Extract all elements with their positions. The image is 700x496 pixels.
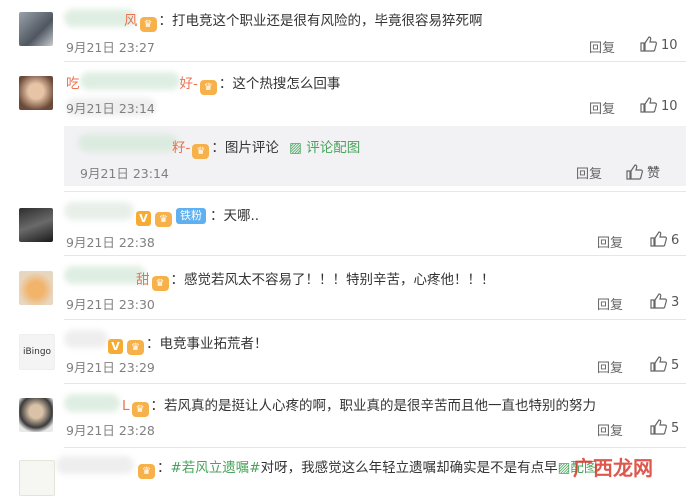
comment-item: 风 ♛ ：打电竞这个职业还是很有风险的，毕竟很容易猝死啊 9月21日 23:27 回… [0, 0, 700, 62]
like-count: 5 [671, 421, 680, 436]
like-label: 赞 [647, 166, 661, 181]
comment-text: 感觉若风太不容易了！！！特别辛苦，心疼他！！！ [184, 272, 495, 288]
username[interactable]: 甜 [136, 272, 150, 288]
like-button[interactable]: 6 [650, 231, 679, 248]
image-icon: ▨ [289, 140, 302, 156]
thumbs-up-icon [640, 97, 657, 113]
reply-button[interactable]: 回复 [597, 294, 623, 313]
crown-badge-icon: ♛ [151, 276, 169, 291]
separator: ： [157, 460, 171, 476]
comment-line: 风 ♛ ：打电竞这个职业还是很有风险的，毕竟很容易猝死啊 [66, 9, 483, 32]
crown-badge-icon: ♛ [138, 464, 155, 479]
username[interactable]: 好- [180, 76, 198, 92]
comment-text: 电竞事业拓荒者！ [159, 336, 268, 352]
sub-reply: 籽- ♛ ：图片评论 ▨ 评论配图 9月21日 23:14 回复 赞 [64, 126, 686, 186]
thumbs-up-icon [650, 293, 667, 309]
comment-time: 9月21日 23:27 [66, 40, 155, 55]
comment-text: 若风真的是挺让人心疼的啊，职业真的是很辛苦而且他一直也特别的努力 [164, 398, 597, 414]
like-button[interactable]: 3 [650, 293, 679, 310]
fan-badge: 铁粉 [176, 208, 206, 224]
comment-time: 9月21日 23:14 [80, 166, 169, 181]
comment-line: V ♛ ：电竞事业拓荒者！ [66, 332, 268, 355]
thumbs-up-icon [650, 231, 667, 247]
image-icon: ▨ [557, 460, 571, 476]
v-badge-icon: V [108, 339, 123, 354]
like-count: 10 [661, 38, 678, 53]
watermark: 广西龙网 [573, 456, 653, 480]
comment-text: 图片评论 [224, 140, 279, 156]
comment-text: 这个热搜怎么回事 [232, 76, 341, 92]
comment-text: 天哪.. [223, 208, 260, 224]
image-link[interactable]: ▨ 评论配图 [289, 140, 360, 156]
crown-badge-icon: ♛ [131, 402, 149, 417]
v-badge-icon: V [136, 211, 151, 226]
separator: ： [211, 140, 225, 156]
thumbs-up-icon [650, 356, 667, 372]
like-button[interactable]: 10 [640, 97, 678, 114]
reply-button[interactable]: 回复 [589, 37, 615, 56]
thumbs-up-icon [650, 419, 667, 435]
crown-badge-icon: ♛ [139, 17, 157, 32]
username[interactable]: 风 [124, 13, 138, 29]
comment-time: 9月21日 23:30 [66, 297, 155, 312]
like-button[interactable]: 5 [650, 356, 679, 373]
avatar-text: iBingo [22, 347, 52, 357]
comment-time: 9月21日 23:14 [66, 101, 155, 116]
avatar[interactable] [19, 76, 53, 110]
reply-button[interactable]: 回复 [576, 163, 602, 182]
avatar[interactable] [19, 12, 53, 46]
comment-item: iBingo V ♛ ：电竞事业拓荒者！ 9月21日 23:29 回复 5 [0, 320, 700, 384]
crown-badge-icon: ♛ [192, 144, 210, 159]
hashtag-link[interactable]: #若风立遗嘱# [171, 460, 261, 476]
separator: ： [210, 208, 224, 224]
comment-line: V ♛ 铁粉 ：天哪.. [66, 204, 259, 227]
comment-line: L ♛ ：若风真的是挺让人心疼的啊，职业真的是很辛苦而且他一直也特别的努力 [66, 394, 596, 417]
like-count: 3 [671, 295, 680, 310]
like-button[interactable]: 5 [650, 419, 679, 436]
crown-badge-icon: ♛ [155, 212, 172, 227]
username[interactable]: 籽- [172, 140, 190, 156]
like-button[interactable]: 赞 [626, 162, 660, 181]
username[interactable]: L [122, 398, 130, 414]
comment-item: ♛ ：#若风立遗嘱#对呀，我感觉这么年轻立遗嘱却确实是不是有点早▨配图 广西龙网 [0, 448, 700, 496]
thumbs-up-icon [626, 164, 643, 180]
reply-button[interactable]: 回复 [589, 98, 615, 117]
avatar[interactable] [19, 460, 55, 496]
reply-button[interactable]: 回复 [597, 420, 623, 439]
avatar[interactable] [19, 208, 53, 242]
separator: ： [218, 76, 233, 92]
comment-text: 对呀，我感觉这么年轻立遗嘱却确实是不是有点早 [260, 460, 558, 476]
comment-item: V ♛ 铁粉 ：天哪.. 9月21日 22:38 回复 6 [0, 192, 700, 256]
reply-button[interactable]: 回复 [597, 357, 623, 376]
avatar[interactable] [19, 271, 53, 305]
username-prefix[interactable]: 吃 [66, 76, 80, 92]
comment-item: 甜 ♛ ：感觉若风太不容易了！！！特别辛苦，心疼他！！！ 9月21日 23:30 回… [0, 256, 700, 320]
thumbs-up-icon [640, 36, 657, 52]
comment-time: 9月21日 23:29 [66, 360, 155, 375]
comment-line: 籽- ♛ ：图片评论 ▨ 评论配图 [80, 136, 360, 159]
crown-badge-icon: ♛ [199, 80, 217, 95]
separator: ： [158, 13, 173, 29]
like-count: 5 [671, 358, 680, 373]
comment-line: 吃 好- ♛ ：这个热搜怎么回事 [66, 72, 340, 95]
like-button[interactable]: 10 [640, 36, 678, 53]
like-count: 6 [671, 233, 680, 248]
separator: ： [146, 336, 160, 352]
like-count: 10 [661, 99, 678, 114]
separator: ： [170, 272, 185, 288]
separator: ： [150, 398, 165, 414]
comment-line: 甜 ♛ ：感觉若风太不容易了！！！特别辛苦，心疼他！！！ [66, 268, 495, 291]
avatar[interactable]: iBingo [19, 334, 55, 370]
reply-button[interactable]: 回复 [597, 232, 623, 251]
comment-item: L ♛ ：若风真的是挺让人心疼的啊，职业真的是很辛苦而且他一直也特别的努力 9月21… [0, 384, 700, 448]
crown-badge-icon: ♛ [127, 340, 144, 355]
comment-time: 9月21日 22:38 [66, 235, 155, 250]
comment-time: 9月21日 23:28 [66, 423, 155, 438]
avatar[interactable] [19, 398, 53, 432]
comment-text: 打电竞这个职业还是很有风险的，毕竟很容易猝死啊 [172, 13, 483, 29]
